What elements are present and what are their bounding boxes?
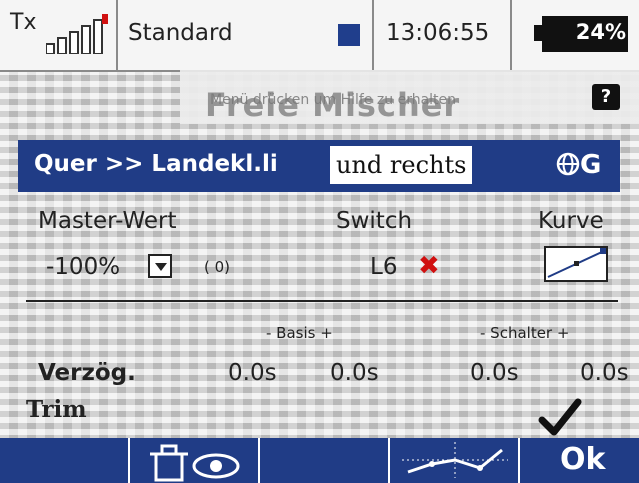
screen: Tx Standard 13:06:55 24% Menü drücken um…: [0, 0, 639, 483]
help-question-icon[interactable]: ?: [592, 84, 620, 110]
softkey-curve[interactable]: [390, 438, 520, 483]
softkey-1[interactable]: [0, 438, 130, 483]
ok-label: Ok: [560, 442, 606, 477]
signal-bars-icon: [46, 19, 103, 54]
delay-schalter-plus[interactable]: 0.0s: [580, 360, 629, 386]
page-title: Freie Mischer: [205, 86, 461, 124]
basis-label: - Basis +: [266, 324, 333, 342]
trim-check-icon[interactable]: [538, 398, 582, 438]
delay-label: Verzög.: [38, 360, 136, 386]
softkey-servo-view[interactable]: [130, 438, 260, 483]
model-name: Standard: [128, 20, 233, 46]
master-raw-value: ( 0): [204, 258, 231, 276]
battery-percent: 24%: [575, 20, 626, 44]
clock-time: 13:06:55: [386, 20, 490, 46]
master-value[interactable]: -100%: [46, 254, 120, 280]
globe-icon[interactable]: [556, 152, 580, 176]
mixer-header: Quer >> Landekl.li und rechts G: [18, 140, 620, 192]
delay-basis-plus[interactable]: 0.0s: [330, 360, 379, 386]
clock: 13:06:55: [374, 0, 512, 70]
tx-label: Tx: [10, 10, 37, 35]
model-status: Standard: [118, 0, 374, 70]
curve-label: Kurve: [538, 208, 604, 234]
master-label: Master-Wert: [38, 208, 177, 234]
curve-graph-icon: [402, 442, 508, 478]
delay-schalter-minus[interactable]: 0.0s: [470, 360, 519, 386]
battery-status: 24%: [512, 0, 639, 70]
schalter-label: - Schalter +: [480, 324, 570, 342]
mixer-name[interactable]: Quer >> Landekl.li: [34, 151, 278, 177]
status-bar: Tx Standard 13:06:55 24%: [0, 0, 639, 72]
switch-value[interactable]: L6: [370, 254, 397, 280]
trim-label: Trim: [26, 396, 87, 423]
model-indicator-icon: [338, 24, 360, 46]
global-letter: G: [580, 150, 602, 180]
transmitter-status: Tx: [0, 0, 118, 70]
divider: [26, 300, 618, 302]
signal-warning-icon: [102, 14, 108, 24]
curve-icon[interactable]: [544, 246, 608, 282]
delay-basis-minus[interactable]: 0.0s: [228, 360, 277, 386]
mixer-note: und rechts: [330, 146, 473, 184]
master-dropdown-icon[interactable]: [148, 254, 172, 278]
bottom-toolbar: [0, 438, 639, 483]
switch-label: Switch: [336, 208, 413, 234]
servo-view-icon: [150, 444, 240, 482]
battery-tip: [534, 25, 542, 41]
switch-off-icon: ✖: [418, 251, 440, 281]
softkey-3[interactable]: [260, 438, 390, 483]
